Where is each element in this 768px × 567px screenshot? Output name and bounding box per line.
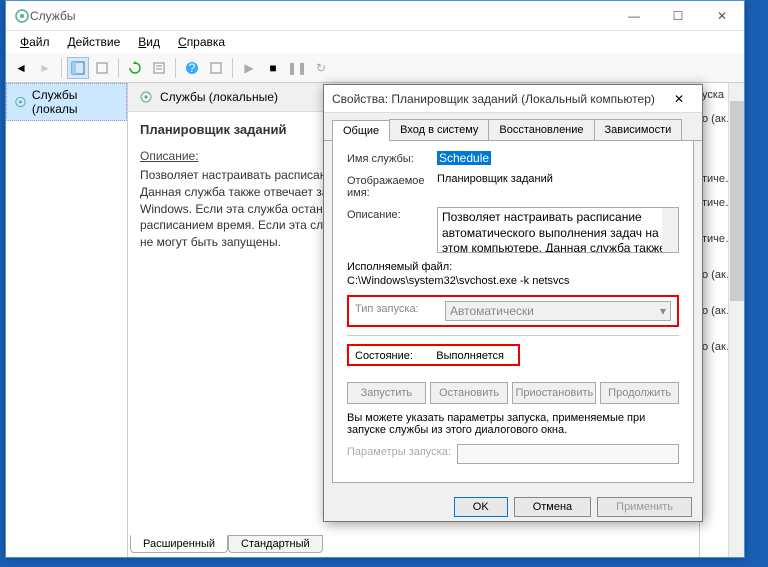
dialog-body: Имя службы: Schedule Отображаемое имя: П…: [332, 141, 694, 483]
titlebar[interactable]: Службы — ☐ ✕: [6, 1, 744, 31]
back-button[interactable]: ◄: [10, 57, 32, 79]
value-state: Выполняется: [436, 350, 504, 362]
cancel-button[interactable]: Отмена: [514, 497, 591, 517]
combo-startup-type[interactable]: Автоматически▾: [445, 301, 671, 321]
pause-button[interactable]: Приостановить: [512, 382, 596, 404]
tab-logon[interactable]: Вход в систему: [389, 119, 489, 140]
resume-button[interactable]: Продолжить: [600, 382, 679, 404]
refresh-button[interactable]: [124, 57, 146, 79]
tree-item-services[interactable]: Службы (локалы: [6, 83, 127, 121]
label-display-name: Отображаемое имя:: [347, 173, 437, 199]
start-service-button[interactable]: ▶: [238, 57, 260, 79]
services-icon: [14, 8, 30, 24]
maximize-button[interactable]: ☐: [656, 1, 700, 30]
tab-recovery[interactable]: Восстановление: [488, 119, 594, 140]
detail-header-label: Службы (локальные): [160, 90, 278, 104]
help-button[interactable]: ?: [181, 57, 203, 79]
highlight-startup-type: Тип запуска: Автоматически▾: [347, 295, 679, 327]
dialog-titlebar[interactable]: Свойства: Планировщик заданий (Локальный…: [324, 85, 702, 113]
toolbar: ◄ ► ? ▶ ■ ❚❚ ↻: [6, 53, 744, 83]
menu-view[interactable]: Вид: [130, 33, 168, 51]
dialog-title: Свойства: Планировщик заданий (Локальный…: [332, 92, 664, 106]
chevron-down-icon: ▾: [660, 304, 666, 318]
tab-dependencies[interactable]: Зависимости: [594, 119, 683, 140]
tab-general[interactable]: Общие: [332, 120, 390, 141]
scroll-thumb[interactable]: [730, 101, 744, 301]
menu-action[interactable]: Действие: [60, 33, 129, 51]
label-description: Описание:: [347, 207, 437, 221]
params-hint: Вы можете указать параметры запуска, при…: [347, 412, 679, 436]
menu-help[interactable]: Справка: [170, 33, 233, 51]
properties-dialog: Свойства: Планировщик заданий (Локальный…: [323, 84, 703, 522]
view-tabs: Расширенный Стандартный: [130, 535, 323, 553]
svg-text:?: ?: [189, 61, 196, 75]
forward-button[interactable]: ►: [34, 57, 56, 79]
pause-service-button[interactable]: ❚❚: [286, 57, 308, 79]
tab-extended[interactable]: Расширенный: [130, 535, 228, 553]
vertical-scrollbar[interactable]: [728, 83, 744, 557]
export-button[interactable]: [91, 57, 113, 79]
value-executable: C:\Windows\system32\svchost.exe -k netsv…: [347, 275, 570, 287]
value-service-name[interactable]: Schedule: [437, 151, 491, 165]
label-state: Состояние:: [355, 350, 413, 362]
gear-icon: [13, 94, 28, 110]
close-button[interactable]: ✕: [700, 1, 744, 30]
window-title: Службы: [30, 9, 612, 23]
tool-button[interactable]: [205, 57, 227, 79]
tree-item-label: Службы (локалы: [32, 88, 120, 116]
value-display-name: Планировщик заданий: [437, 173, 679, 185]
label-executable: Исполняемый файл:: [347, 261, 452, 273]
menu-file[interactable]: Файл: [12, 33, 58, 51]
menubar: Файл Действие Вид Справка: [6, 31, 744, 53]
tree-pane: Службы (локалы: [6, 83, 128, 557]
input-start-params[interactable]: [457, 444, 679, 464]
label-startup-type: Тип запуска:: [355, 301, 445, 315]
dialog-tabs: Общие Вход в систему Восстановление Зави…: [324, 113, 702, 141]
gear-icon: [138, 89, 154, 105]
stop-button[interactable]: Остановить: [430, 382, 509, 404]
apply-button[interactable]: Применить: [597, 497, 692, 517]
minimize-button[interactable]: —: [612, 1, 656, 30]
textarea-scrollbar[interactable]: [662, 208, 678, 252]
label-service-name: Имя службы:: [347, 151, 437, 165]
dialog-buttons: OK Отмена Применить: [324, 491, 702, 523]
properties-button[interactable]: [148, 57, 170, 79]
stop-service-button[interactable]: ■: [262, 57, 284, 79]
dialog-close-button[interactable]: ✕: [664, 92, 694, 106]
tab-standard[interactable]: Стандартный: [228, 535, 323, 553]
label-start-params: Параметры запуска:: [347, 444, 457, 458]
restart-service-button[interactable]: ↻: [310, 57, 332, 79]
value-description[interactable]: Позволяет настраивать расписание автомат…: [437, 207, 679, 253]
highlight-state: Состояние: Выполняется: [347, 344, 520, 366]
show-hide-tree-button[interactable]: [67, 57, 89, 79]
start-button[interactable]: Запустить: [347, 382, 426, 404]
ok-button[interactable]: OK: [454, 497, 508, 517]
